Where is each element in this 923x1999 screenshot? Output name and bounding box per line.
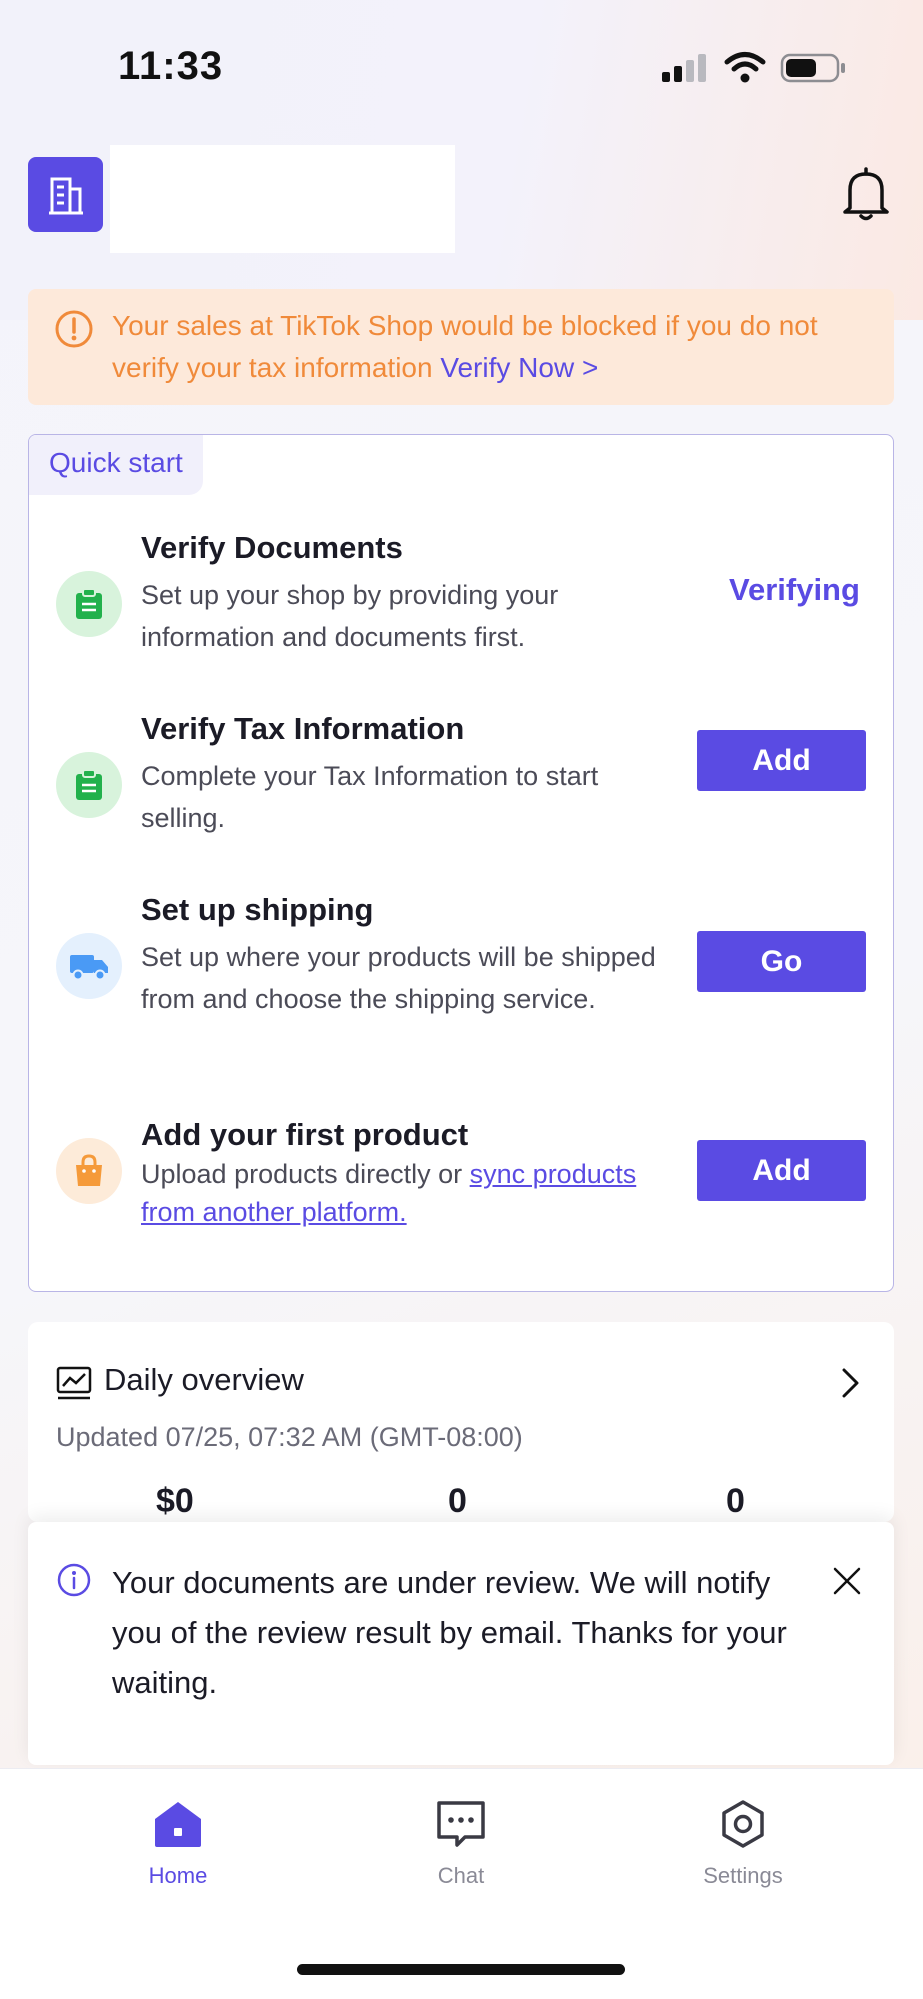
task-title: Add your first product [141,1117,469,1152]
shopping-bag-icon [76,1154,102,1186]
nav-chat-label: Chat [437,1863,485,1888]
chart-icon [56,1366,92,1400]
verify-now-link[interactable]: Verify Now > [440,352,598,383]
task-description: Complete your Tax Information to start s… [141,761,599,833]
status-time: 11:33 [118,44,224,88]
go-shipping-button[interactable]: Go [697,931,866,992]
clipboard-icon [76,769,102,800]
tax-warning-banner: Your sales at TikTok Shop would be block… [28,289,894,405]
review-toast: Your documents are under review. We will… [28,1522,894,1765]
nav-chat[interactable]: Chat [361,1799,561,1889]
metric-sales: $0 [156,1482,194,1520]
nav-settings-label: Settings [703,1863,783,1888]
task-icon [56,752,122,818]
cellular-signal-icon [662,54,706,82]
task-icon [56,933,122,999]
quick-start-tag: Quick start [29,435,203,495]
daily-overview-card[interactable]: Daily overview Updated 07/25, 07:32 AM (… [28,1322,894,1522]
home-icon [155,1802,201,1847]
shop-name-redacted [110,145,455,253]
task-verify-tax[interactable]: Verify Tax Information Complete your Tax… [29,711,893,861]
metric-visitors: 0 [726,1482,745,1520]
task-title: Verify Documents [141,530,403,565]
nav-settings[interactable]: Settings [643,1799,843,1889]
truck-icon [70,955,108,981]
daily-overview-title: Daily overview [104,1362,304,1397]
close-icon[interactable] [830,1564,864,1598]
toast-message: Your documents are under review. We will… [112,1565,787,1700]
quick-start-card: Quick start Verify Documents Set up your… [28,434,894,1292]
task-title: Set up shipping [141,892,374,927]
battery-icon [780,53,845,83]
chat-icon [437,1801,485,1847]
task-setup-shipping[interactable]: Set up shipping Set up where your produc… [29,892,893,1072]
nav-home-label: Home [148,1863,208,1888]
clipboard-icon [76,588,102,619]
task-description: Set up your shop by providing your infor… [141,580,559,652]
task-verify-documents[interactable]: Verify Documents Set up your shop by pro… [29,530,893,680]
verifying-status: Verifying [729,572,860,607]
wifi-icon [724,52,766,83]
shop-avatar[interactable] [28,157,103,232]
bell-icon[interactable] [840,166,892,222]
task-icon [56,571,122,637]
home-indicator [297,1964,625,1975]
updated-timestamp: Updated 07/25, 07:32 AM (GMT-08:00) [56,1422,523,1452]
settings-icon [722,1800,764,1848]
add-tax-info-button[interactable]: Add [697,730,866,791]
task-description: Set up where your products will be shipp… [141,942,656,1014]
add-product-button[interactable]: Add [697,1140,866,1201]
task-icon [56,1138,122,1204]
metric-orders: 0 [448,1482,467,1520]
building-icon [48,177,83,214]
task-description-text: Upload products directly or [141,1159,470,1189]
task-add-product[interactable]: Add your first product Upload products d… [29,1117,893,1237]
task-description: Upload products directly or sync product… [141,1155,661,1231]
task-title: Verify Tax Information [141,711,465,746]
warning-icon [55,310,93,348]
nav-home[interactable]: Home [78,1799,278,1889]
info-icon [57,1563,91,1597]
chevron-right-icon[interactable] [840,1366,862,1400]
